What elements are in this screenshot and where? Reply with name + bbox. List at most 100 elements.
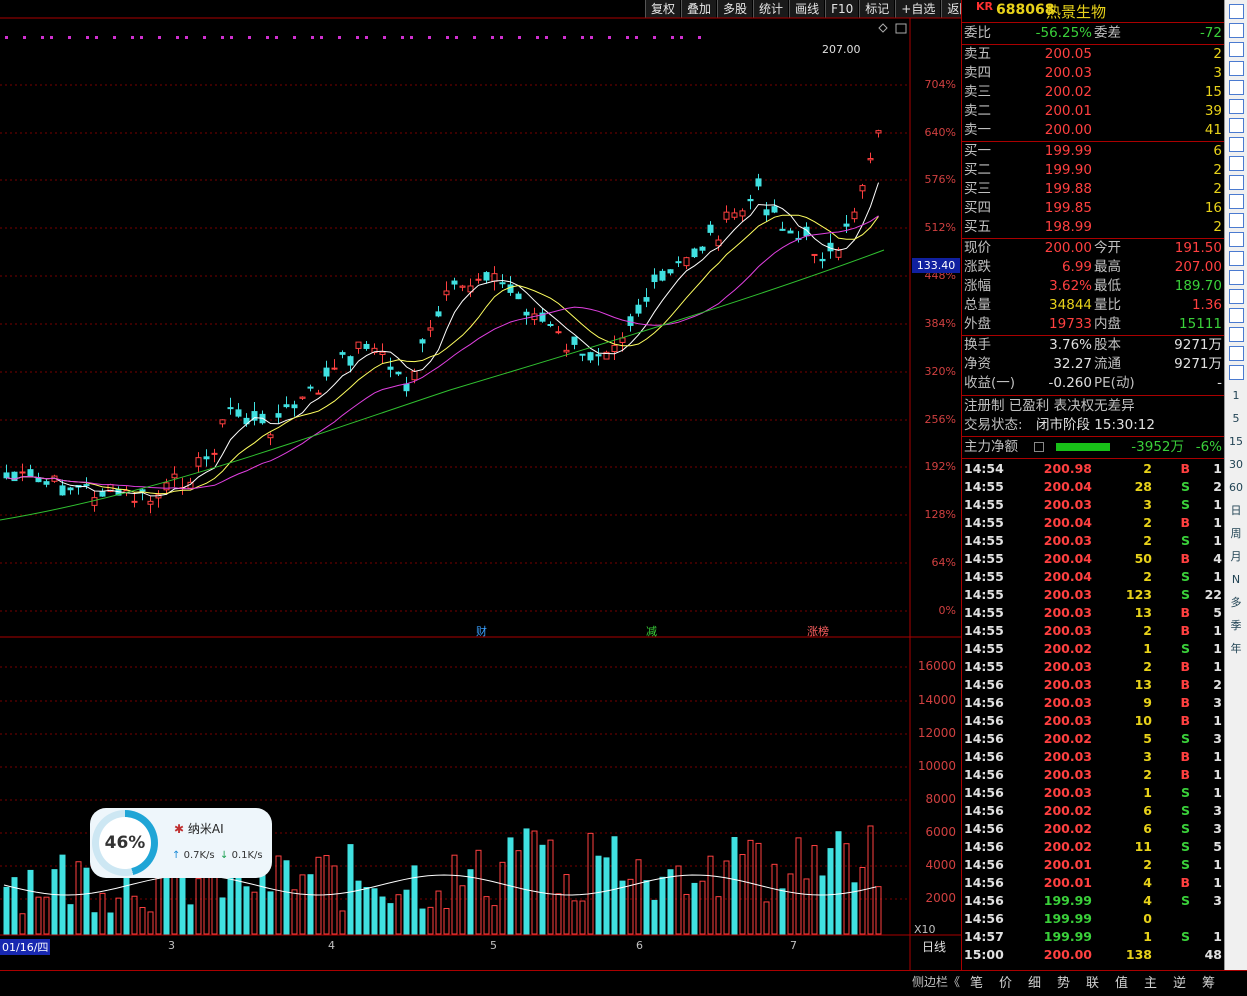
side-tool-icon[interactable] [1228,156,1244,171]
volume-bar [459,885,466,935]
side-period[interactable]: 日 [1225,499,1247,522]
side-tool-icon[interactable] [1228,99,1244,114]
side-tool-icon[interactable] [1228,289,1244,304]
signal-dot [365,36,368,39]
main-force-row: 主力净额 -3952万 -6% [964,439,1222,455]
candle-body [707,224,714,233]
bottom-tab[interactable]: 主 [1144,972,1157,991]
volume-bar [667,869,674,935]
side-tool-icon[interactable] [1228,80,1244,95]
candle-body [323,367,330,377]
tick-row: 14:56 200.01 2 S 1 [964,857,1222,872]
ask-row: 卖五 200.05 2 [964,46,1222,62]
volume-axis-label: 8000 [925,792,956,806]
signal-dot [293,36,296,39]
side-tool-icon[interactable] [1228,251,1244,266]
bottom-tab[interactable]: 联 [1086,972,1099,991]
bottom-tab[interactable]: 价 [999,972,1012,991]
tick-row: 14:56 200.03 3 B 1 [964,749,1222,764]
candle-body [699,246,706,251]
quote-panel: KR 688068 热景生物 委比 -56.25% 委差 -72 卖五 200.0… [961,0,1224,970]
side-tool-icon[interactable] [1228,194,1244,209]
bottom-tab[interactable]: 势 [1057,972,1070,991]
side-tool-icon[interactable] [1228,23,1244,38]
side-period[interactable]: 月 [1225,545,1247,568]
signal-dot [410,36,413,39]
volume-bar [787,873,794,935]
signal-dot [248,36,251,39]
side-tool-icon[interactable] [1228,118,1244,133]
side-period[interactable]: N [1225,568,1247,591]
date-label: 5 [490,939,497,952]
signal-dot [320,36,323,39]
bottom-tab[interactable]: 值 [1115,972,1128,991]
high-price-label: 207.00 [822,43,861,56]
volume-bar [587,832,594,935]
period-label[interactable]: 日线 [922,938,946,955]
event-marker[interactable]: 财 [476,623,487,639]
volume-axis-label: 2000 [925,891,956,905]
volume-bar [755,842,762,935]
stat-row: 换手 3.76% 股本 9271万 [964,337,1222,353]
volume-axis-label: 10000 [917,759,956,773]
ai-title: ✱ 纳米AI [174,822,224,836]
volume-bar [475,849,482,935]
ask-row: 卖三 200.02 15 [964,84,1222,100]
volume-bar [859,866,866,935]
volume-bar [819,875,826,935]
volume-bar [43,896,50,935]
side-tool-icon[interactable] [1228,232,1244,247]
side-tool-icon[interactable] [1228,61,1244,76]
candle-body [579,353,586,356]
side-tool-icon[interactable] [1228,327,1244,342]
tick-row: 14:55 200.04 50 B 4 [964,551,1222,566]
price-axis-label: 128% [924,508,956,521]
bottom-tab[interactable]: 逆 [1173,972,1186,991]
volume-bar [571,900,578,935]
candle-body [635,304,642,314]
side-period[interactable]: 60 [1225,476,1247,499]
candle-body [59,485,66,496]
side-period[interactable]: 季 [1225,614,1247,637]
signal-dot [158,36,161,39]
volume-bar [75,861,82,935]
side-tool-icon[interactable] [1228,270,1244,285]
side-tool-icon[interactable] [1228,137,1244,152]
side-period[interactable]: 周 [1225,522,1247,545]
side-period[interactable]: 5 [1225,407,1247,430]
candle-body [571,336,578,345]
side-tool-icon[interactable] [1228,175,1244,190]
volume-bar [275,855,282,935]
event-marker[interactable]: 涨榜 [807,623,829,639]
event-marker[interactable]: 减 [646,623,657,639]
ai-widget[interactable]: 46% ✱ 纳米AI ↑ 0.7K/s ↓ 0.1K/s [90,808,272,878]
bottom-tab[interactable]: 细 [1028,972,1041,991]
main-force-bar [1056,443,1110,451]
candle-body [339,352,346,355]
volume-axis-label: 12000 [917,726,956,740]
candle-body [491,273,498,282]
side-tool-icon[interactable] [1228,42,1244,57]
side-period[interactable]: 多 [1225,591,1247,614]
candle-body [43,481,50,485]
bottom-tab[interactable]: 笔 [970,972,983,991]
candle-body [163,482,170,491]
sidebar-toggle[interactable]: 侧边栏《 [912,973,960,990]
tick-row: 14:55 200.02 1 S 1 [964,641,1222,656]
side-period[interactable]: 15 [1225,430,1247,453]
side-period[interactable]: 30 [1225,453,1247,476]
side-tool-icon[interactable] [1228,4,1244,19]
candle-body [395,371,402,375]
bottom-tab[interactable]: 筹 [1202,972,1215,991]
side-period[interactable]: 1 [1225,384,1247,407]
side-tool-icon[interactable] [1228,213,1244,228]
side-tool-icon[interactable] [1228,346,1244,361]
side-period[interactable]: 年 [1225,637,1247,660]
side-tool-icon[interactable] [1228,365,1244,380]
volume-bar [67,904,74,935]
list-icon[interactable] [1034,442,1044,452]
stat-row: 外盘 19733 内盘 15111 [964,316,1222,332]
side-tool-icon[interactable] [1228,308,1244,323]
signal-dot [428,36,431,39]
volume-bar [563,874,570,935]
